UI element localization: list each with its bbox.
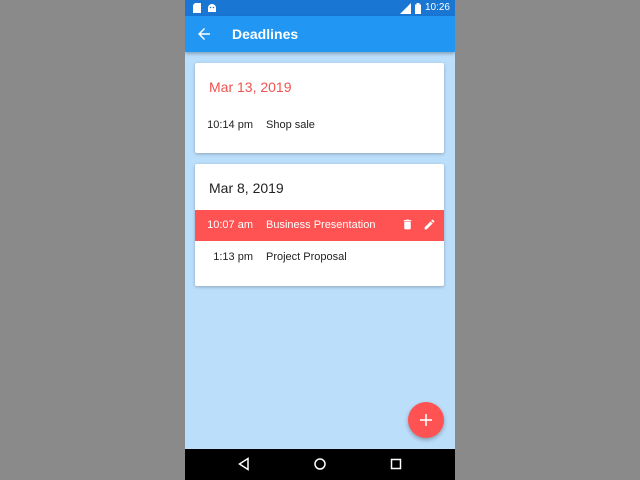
deadline-time: 1:13 pm [213, 251, 253, 263]
add-deadline-button[interactable] [408, 402, 444, 438]
back-triangle-icon[interactable] [237, 457, 251, 471]
deadline-time: 10:14 pm [207, 119, 253, 131]
deadline-group-card: Mar 13, 2019 10:14 pm Shop sale [195, 63, 444, 153]
group-date: Mar 13, 2019 [209, 79, 292, 95]
page-title: Deadlines [232, 26, 299, 42]
sd-card-icon [193, 3, 201, 13]
android-icon [208, 4, 216, 12]
arrow-back-icon[interactable] [195, 25, 213, 43]
deadline-time: 10:07 am [207, 219, 253, 231]
plus-icon [420, 414, 432, 426]
deadline-title: Project Proposal [266, 251, 347, 263]
deadline-row[interactable]: 1:13 pm Project Proposal [195, 242, 444, 273]
app-bar: Deadlines [185, 16, 455, 52]
deadline-row[interactable]: 10:14 pm Shop sale [195, 110, 444, 141]
home-circle-icon[interactable] [313, 457, 327, 471]
phone-screen: 10:26 Deadlines Mar 13, 2019 10:14 pm Sh… [185, 0, 455, 480]
status-time: 10:26 [424, 2, 450, 13]
group-date: Mar 8, 2019 [209, 180, 284, 196]
edit-icon[interactable] [423, 218, 436, 231]
signal-icon [399, 2, 411, 14]
deadline-title: Shop sale [266, 119, 315, 131]
status-bar: 10:26 [185, 0, 455, 16]
deadline-row-selected[interactable]: 10:07 am Business Presentation [195, 210, 444, 241]
battery-icon [414, 2, 421, 14]
recents-square-icon[interactable] [389, 457, 403, 471]
deadline-group-card: Mar 8, 2019 10:07 am Business Presentati… [195, 164, 444, 286]
navigation-bar [185, 449, 455, 480]
delete-icon[interactable] [401, 218, 414, 231]
deadline-title: Business Presentation [266, 219, 376, 231]
